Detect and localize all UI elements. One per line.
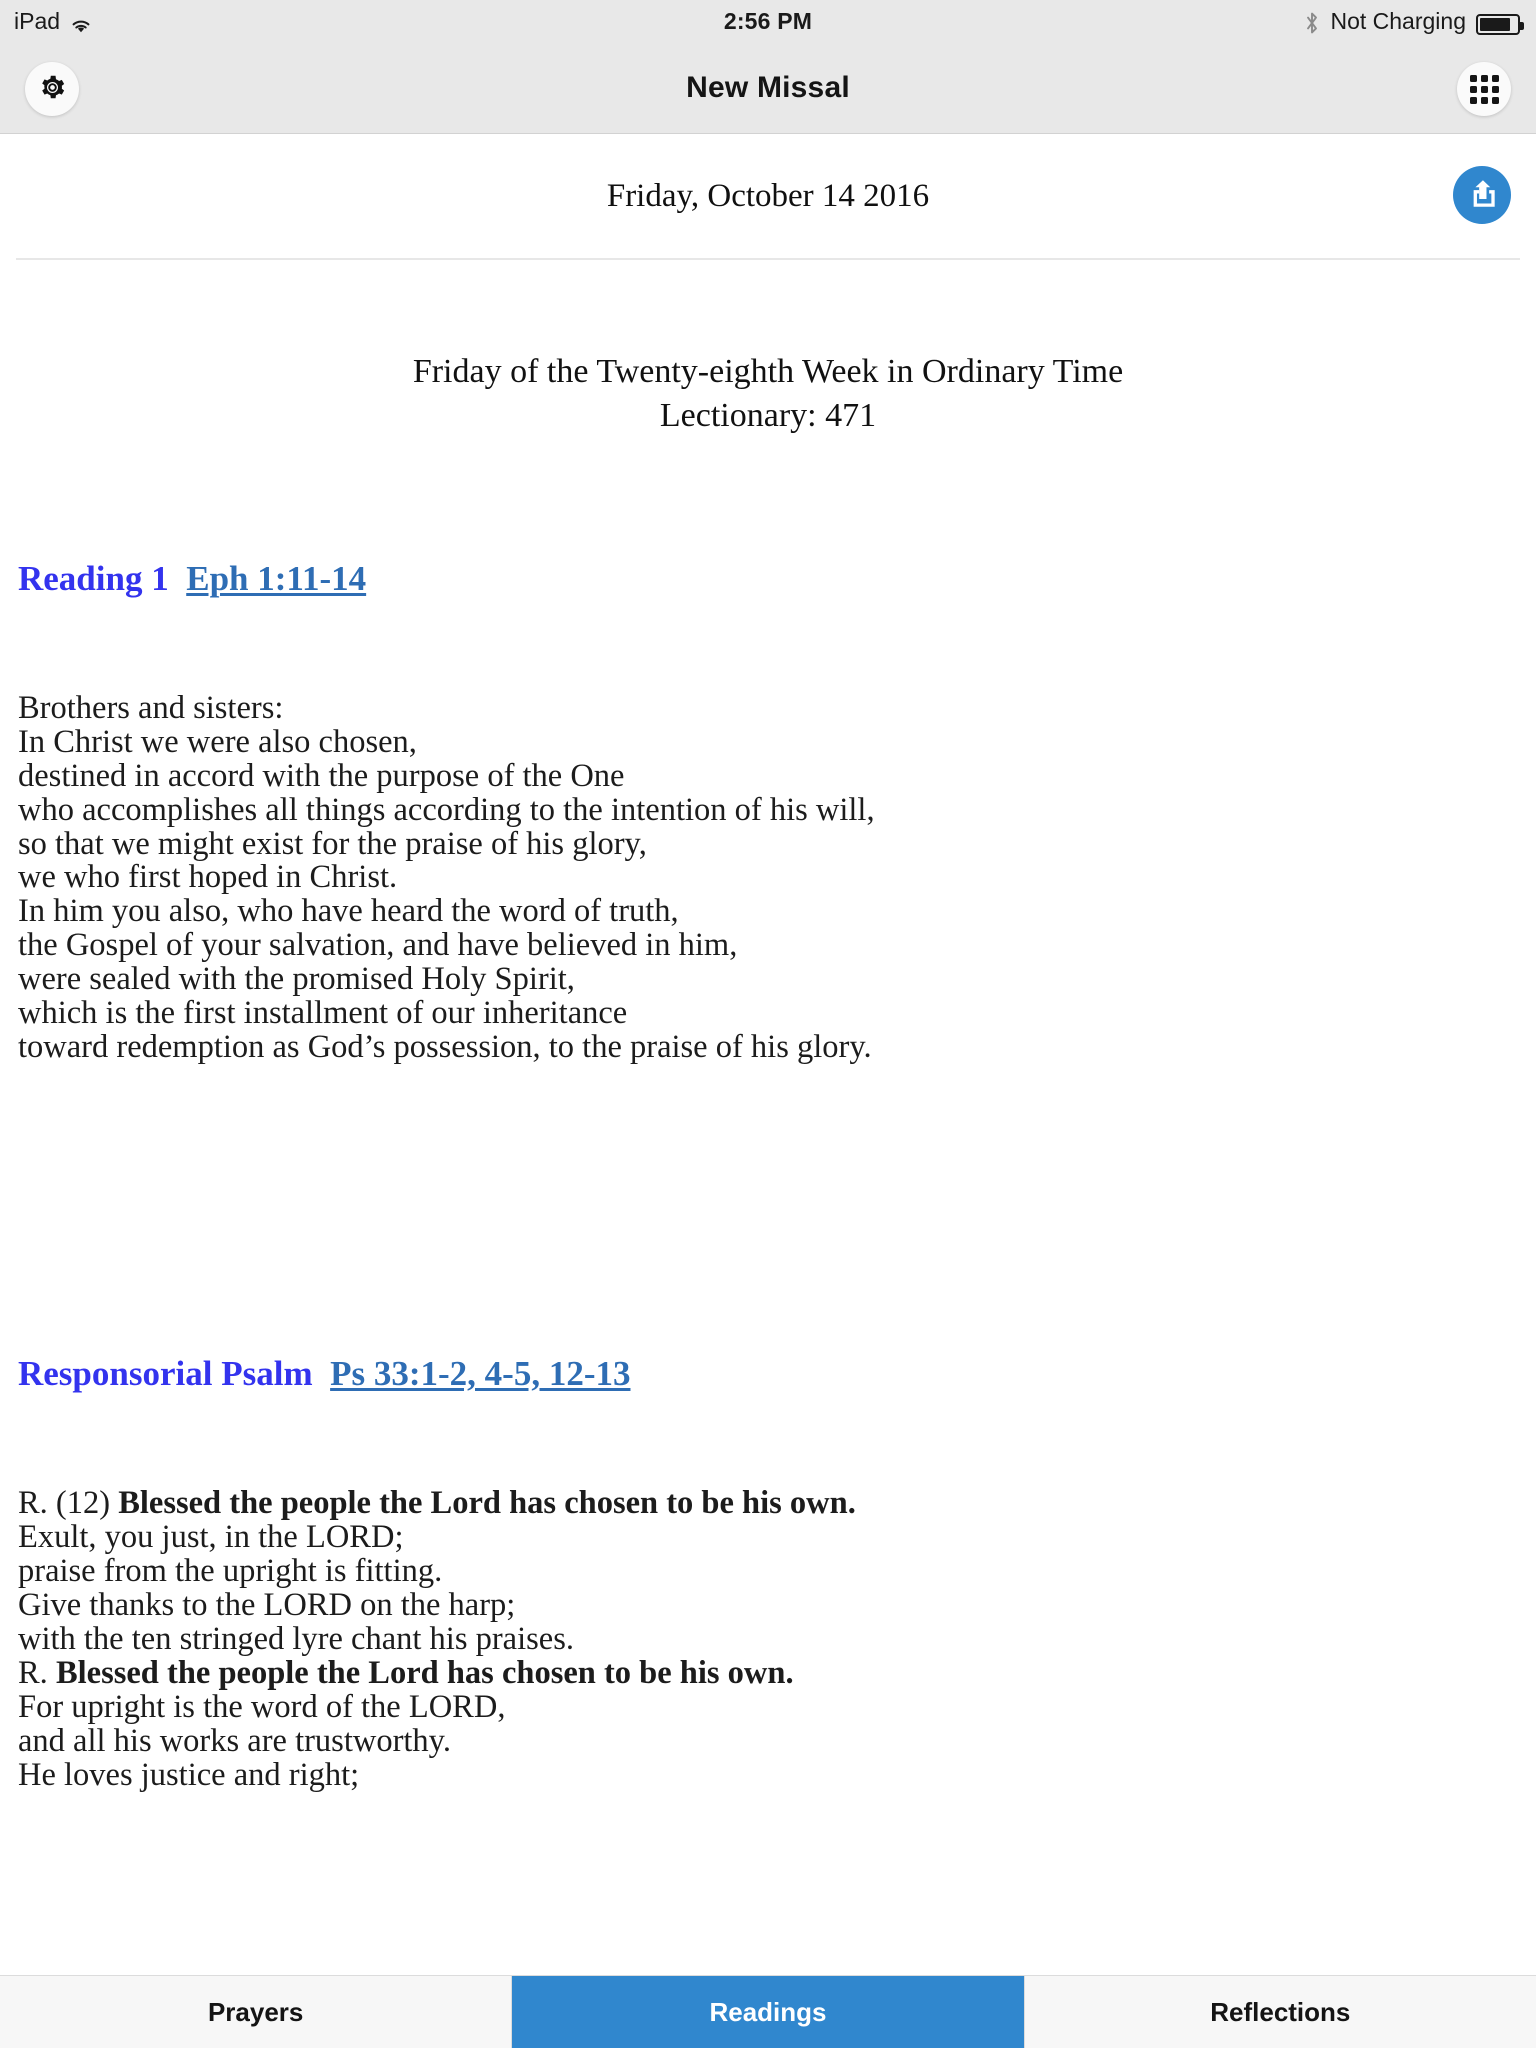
scripture-reference-link[interactable]: Ps 33:1-2, 4-5, 12-13 (330, 1354, 630, 1393)
lectionary-number: Lectionary: 471 (659, 396, 877, 434)
refrain-text-1: Blessed the people the Lord has chosen t… (118, 1485, 856, 1522)
charging-status-label: Not Charging (1330, 7, 1466, 34)
date-header: Friday, October 14 2016 (0, 134, 1536, 259)
lectionary-document: Friday of the Twenty-eighth Week in Ordi… (0, 350, 1536, 1793)
navigation-bar: New Missal (0, 42, 1536, 134)
reading-1-body: Brothers and sisters: In Christ we were … (18, 689, 875, 1066)
page-title: New Missal (686, 71, 850, 104)
section-heading-reading-1: Reading 1 Eph 1:11-14 (18, 558, 1518, 600)
tab-reflections[interactable]: Reflections (1024, 1976, 1536, 2048)
refrain-text-2: Blessed the people the Lord has chosen t… (55, 1654, 794, 1691)
psalm-verse-1: Exult, you just, in the LORD; praise fro… (18, 1519, 574, 1658)
section-label: Responsorial Psalm (18, 1354, 313, 1394)
grid-apps-icon (1469, 74, 1499, 104)
liturgy-heading: Friday of the Twenty-eighth Week in Ordi… (18, 350, 1518, 438)
share-button[interactable] (1453, 166, 1511, 224)
psalm-verse-2: For upright is the word of the LORD, and… (18, 1688, 506, 1793)
bottom-tab-bar: Prayers Readings Reflections (0, 1975, 1536, 2048)
tab-prayers[interactable]: Prayers (0, 1976, 513, 2048)
scripture-reference-link[interactable]: Eph 1:11-14 (186, 559, 366, 598)
current-date-label: Friday, October 14 2016 (606, 178, 930, 214)
share-export-icon (1467, 178, 1498, 212)
tab-readings[interactable]: Readings (512, 1976, 1025, 2048)
refrain-prefix-1: R. (12) (18, 1485, 119, 1522)
battery-icon (1476, 13, 1524, 35)
status-bar-right: Not Charging (1304, 7, 1524, 35)
refrain-prefix-2: R. (18, 1654, 56, 1691)
bluetooth-icon (1304, 11, 1320, 35)
psalm-body: R. (12) Blessed the people the Lord has … (18, 1485, 1518, 1793)
liturgy-day-title: Friday of the Twenty-eighth Week in Ordi… (412, 353, 1124, 390)
ios-status-bar: iPad 2:56 PM Not Charging (0, 0, 1536, 42)
section-label: Reading 1 (18, 558, 169, 598)
apps-grid-button[interactable] (1457, 62, 1511, 116)
header-divider (16, 258, 1520, 260)
section-heading-responsorial-psalm: Responsorial Psalm Ps 33:1-2, 4-5, 12-13 (18, 1353, 1518, 1395)
readings-scroll-area[interactable]: Friday of the Twenty-eighth Week in Ordi… (0, 262, 1536, 1975)
